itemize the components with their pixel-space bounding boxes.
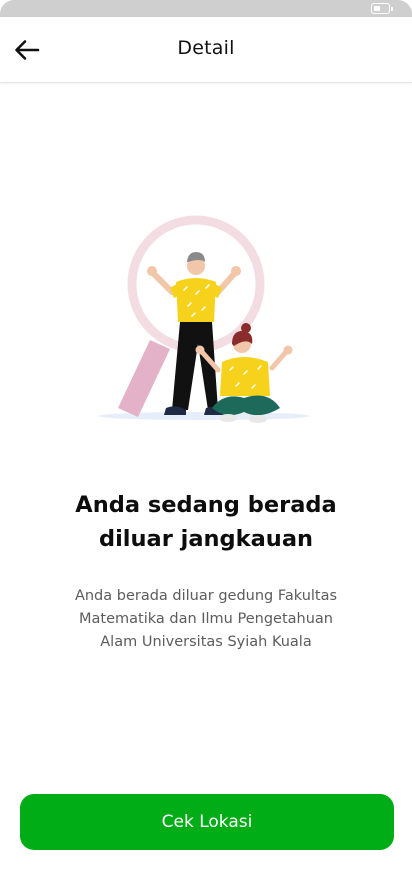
headline: Anda sedang berada diluar jangkauan (30, 488, 382, 556)
headline-line-2: diluar jangkauan (98, 526, 314, 552)
headline-line-1: Anda sedang berada (75, 492, 337, 518)
check-location-button[interactable]: Cek Lokasi (20, 794, 394, 850)
out-of-range-illustration (92, 212, 310, 432)
status-bar (0, 0, 412, 17)
description-line-2: Matematika dan Ilmu Pengetahuan (79, 611, 333, 627)
description-line-1: Anda berada diluar gedung Fakultas (74, 588, 338, 604)
description: Anda berada diluar gedung Fakultas Matem… (40, 585, 372, 654)
page-title: Detail (177, 37, 235, 59)
check-location-label: Cek Lokasi (161, 812, 253, 832)
battery-icon (371, 3, 393, 14)
app-header: Detail (0, 17, 412, 83)
description-line-3: Alam Universitas Syiah Kuala (100, 634, 312, 650)
